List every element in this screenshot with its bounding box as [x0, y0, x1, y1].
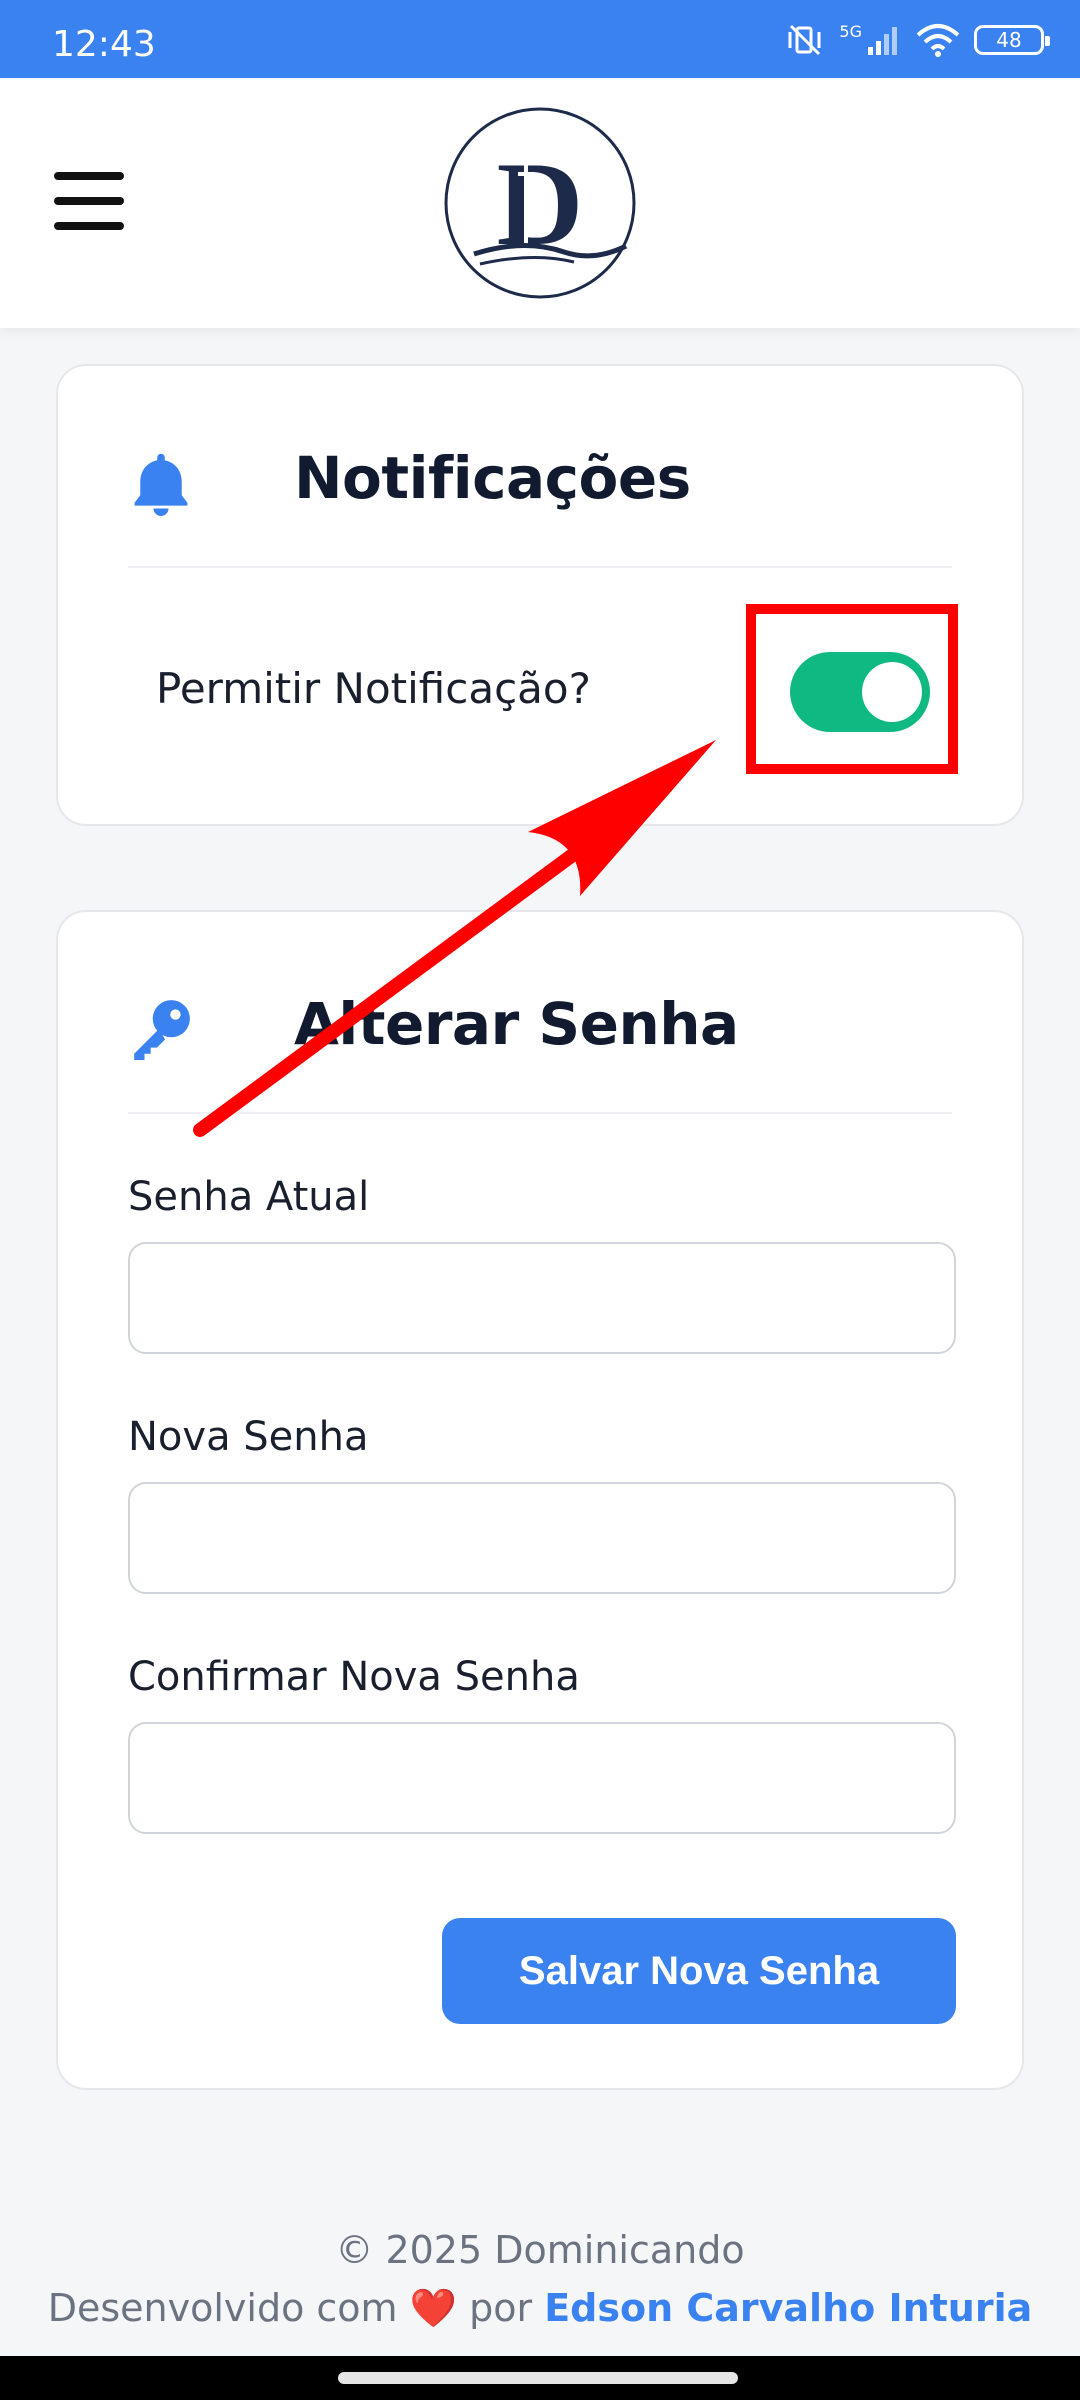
save-new-password-button[interactable]: Salvar Nova Senha — [442, 1918, 956, 2024]
wifi-icon — [916, 24, 960, 57]
new-password-label: Nova Senha — [128, 1414, 369, 1460]
signal-icon — [868, 27, 897, 55]
confirm-password-label: Confirmar Nova Senha — [128, 1654, 580, 1700]
system-nav-bar — [0, 2356, 1080, 2400]
author-link[interactable]: Edson Carvalho Inturia — [544, 2286, 1032, 2330]
network-type-label: 5G — [839, 22, 862, 41]
allow-notification-label: Permitir Notificação? — [156, 664, 591, 713]
home-indicator[interactable] — [338, 2372, 738, 2384]
key-icon — [134, 1000, 190, 1060]
current-password-label: Senha Atual — [128, 1174, 370, 1220]
status-bar: 12:43 5G 48 — [0, 0, 1080, 78]
logo-letter: D — [497, 137, 584, 270]
notifications-title: Notificações — [294, 444, 691, 512]
app-header: D — [0, 78, 1080, 328]
battery-icon: 48 — [974, 25, 1050, 55]
status-time: 12:43 — [52, 24, 156, 65]
battery-level: 48 — [996, 28, 1022, 52]
footer-by: por — [469, 2286, 533, 2330]
change-password-card: Alterar Senha Senha Atual Nova Senha Con… — [56, 910, 1024, 2090]
vibrate-off-icon — [788, 24, 821, 56]
footer-credits: Desenvolvido com ❤️ por Edson Carvalho I… — [0, 2286, 1080, 2331]
hamburger-menu-icon[interactable] — [54, 172, 124, 230]
current-password-input[interactable] — [128, 1242, 956, 1354]
footer-developed-prefix: Desenvolvido com — [47, 2286, 398, 2330]
new-password-input[interactable] — [128, 1482, 956, 1594]
change-password-title: Alterar Senha — [294, 990, 739, 1058]
notifications-header: Notificações — [128, 366, 952, 568]
confirm-password-input[interactable] — [128, 1722, 956, 1834]
heart-icon: ❤️ — [409, 2286, 457, 2330]
status-icons: 5G 48 — [785, 22, 1050, 58]
annotation-highlight-box — [746, 604, 958, 774]
change-password-header: Alterar Senha — [128, 912, 952, 1114]
footer-copyright: © 2025 Dominicando — [335, 2228, 745, 2272]
bell-icon — [134, 453, 188, 516]
dominicando-logo: D — [444, 107, 636, 299]
